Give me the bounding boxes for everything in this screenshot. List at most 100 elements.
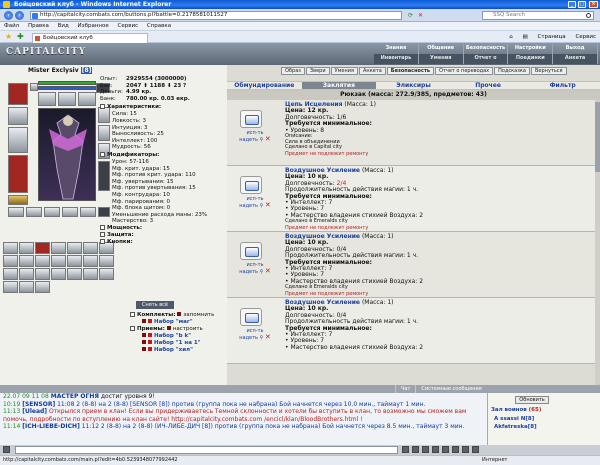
- expand-icon[interactable]: [100, 224, 105, 230]
- url-input[interactable]: http://capitalcity.combats.com/buttons.p…: [30, 11, 402, 20]
- belt-slot-17[interactable]: [35, 268, 50, 280]
- belt-slot-9[interactable]: [19, 255, 34, 267]
- chat-nick[interactable]: МАСТЕР ОГНЯ: [51, 393, 99, 400]
- collapse-icon[interactable]: [100, 151, 105, 157]
- info-icon[interactable]: ⚲: [260, 203, 264, 209]
- favorites-star-icon[interactable]: ★: [5, 33, 12, 41]
- mode-image[interactable]: Образ: [281, 67, 305, 75]
- armor-slot[interactable]: [8, 155, 28, 193]
- technique-set[interactable]: Набор "b k": [130, 333, 226, 340]
- belt-slot-22[interactable]: [3, 281, 18, 293]
- nav-knowledge[interactable]: Знания: [374, 44, 419, 54]
- belt-slot-4[interactable]: [51, 242, 66, 254]
- sets-section[interactable]: Комплекты: запомнить: [130, 312, 226, 319]
- nav-transfers[interactable]: Отчет о переводах: [463, 54, 509, 70]
- delete-set-icon[interactable]: [148, 333, 152, 337]
- nav-skills[interactable]: Умения: [418, 54, 464, 64]
- belt-slot-15[interactable]: [3, 268, 18, 280]
- menu-edit[interactable]: Правка: [28, 23, 49, 29]
- belt-slot-24[interactable]: [35, 281, 50, 293]
- belt-slot-3[interactable]: [35, 242, 50, 254]
- wear-link[interactable]: надеть: [239, 269, 258, 275]
- back-button[interactable]: ‹: [4, 11, 13, 20]
- save-set-link[interactable]: запомнить: [183, 312, 214, 318]
- belt-slot-18[interactable]: [51, 268, 66, 280]
- belt-slot[interactable]: [8, 195, 28, 205]
- search-input[interactable]: SSQ Search: [482, 11, 594, 20]
- belt-slot-12[interactable]: [67, 255, 82, 267]
- send-icon[interactable]: [402, 446, 409, 453]
- technique-set-link[interactable]: Набор "хил": [154, 347, 193, 353]
- mode-skills[interactable]: Умения: [330, 67, 358, 75]
- delete-set-icon[interactable]: [148, 347, 152, 351]
- chat-nick[interactable]: [SENSOR]: [22, 401, 55, 408]
- home-icon[interactable]: ⌂: [509, 34, 513, 40]
- ring-slot-c[interactable]: [44, 207, 60, 217]
- scroll-icon[interactable]: [240, 110, 262, 128]
- forward-button[interactable]: ›: [15, 11, 24, 20]
- belt-slot-8[interactable]: [3, 255, 18, 267]
- collapse-icon[interactable]: [130, 326, 135, 331]
- belt-slot-20[interactable]: [83, 268, 98, 280]
- wear-link[interactable]: надеть: [239, 137, 258, 143]
- room-member[interactable]: Akfatreska[8]: [494, 424, 537, 430]
- expand-icon[interactable]: [100, 238, 105, 244]
- mode-transfers[interactable]: Отчет о переводах: [435, 67, 494, 75]
- modifiers-section[interactable]: Модификаторы:: [100, 151, 225, 159]
- scroll-slot-1[interactable]: [38, 92, 56, 106]
- mode-hint[interactable]: Подсказка: [494, 67, 530, 75]
- chat-nick[interactable]: [Ulead]: [22, 408, 47, 415]
- minimize-button[interactable]: _: [568, 1, 576, 8]
- chat-nick[interactable]: [ICH-LIEBE-DICH]: [22, 423, 80, 430]
- translit-icon[interactable]: [422, 446, 429, 453]
- nav-social[interactable]: Общение: [419, 44, 464, 54]
- nav-exit[interactable]: Выход: [553, 44, 598, 54]
- belt-slot-14[interactable]: [99, 255, 114, 267]
- nav-settings[interactable]: Настройки: [508, 44, 554, 54]
- stop-icon[interactable]: ✕: [418, 12, 423, 19]
- setup-icon[interactable]: [166, 326, 171, 330]
- set-item[interactable]: Набор "маг": [130, 319, 226, 326]
- belt-slot-11[interactable]: [51, 255, 66, 267]
- tab-equipment[interactable]: Обмундирование: [227, 82, 302, 89]
- earrings-slot[interactable]: [8, 107, 28, 125]
- filter-icon[interactable]: [432, 446, 439, 453]
- protection-section[interactable]: Защита:: [100, 231, 225, 239]
- tab-elixirs[interactable]: Эликсиры: [376, 82, 451, 89]
- remove-all-button[interactable]: Снять всё: [136, 301, 174, 309]
- scroll-icon[interactable]: [240, 242, 262, 260]
- settings-icon[interactable]: [462, 446, 469, 453]
- characteristics-section[interactable]: Характеристики:: [100, 104, 225, 111]
- tools-menu[interactable]: Сервис: [575, 34, 596, 40]
- collapse-icon[interactable]: [100, 104, 105, 110]
- scroll-icon[interactable]: [240, 176, 262, 194]
- ring-slot-e[interactable]: [80, 207, 96, 217]
- close-button[interactable]: ×: [589, 1, 598, 8]
- nav-battles[interactable]: Поединки: [508, 54, 554, 64]
- technique-set[interactable]: Набор "1 на 1": [130, 340, 226, 347]
- info-icon[interactable]: ⚲: [260, 137, 264, 143]
- belt-slot-6[interactable]: [83, 242, 98, 254]
- delete-set-icon[interactable]: [148, 340, 152, 344]
- tab-other[interactable]: Прочее: [451, 82, 526, 89]
- ring-slot-b[interactable]: [26, 207, 42, 217]
- delete-set-icon[interactable]: [148, 319, 152, 323]
- chat-input[interactable]: [15, 446, 398, 454]
- tab-filter[interactable]: Фильтр: [525, 82, 600, 89]
- exit-chat-icon[interactable]: [472, 446, 479, 453]
- ring-slot-d[interactable]: [62, 207, 78, 217]
- tab-spells[interactable]: Заклятия: [301, 82, 377, 89]
- helmet-slot[interactable]: [8, 83, 28, 105]
- wear-link[interactable]: надеть: [239, 335, 258, 341]
- nav-profile[interactable]: Анкета: [553, 54, 598, 64]
- technique-set[interactable]: Набор "хил": [130, 347, 226, 354]
- room-member[interactable]: A ssassi N[8]: [494, 416, 534, 422]
- drop-icon[interactable]: ✕: [265, 267, 271, 275]
- belt-slot-13[interactable]: [83, 255, 98, 267]
- setup-techniques-link[interactable]: настроить: [173, 326, 203, 332]
- nav-inventory[interactable]: Инвентарь: [374, 54, 419, 64]
- menu-help[interactable]: Справка: [147, 23, 171, 29]
- belt-slot-23[interactable]: [19, 281, 34, 293]
- save-icon[interactable]: [177, 312, 182, 316]
- page-menu[interactable]: Страница: [537, 34, 565, 40]
